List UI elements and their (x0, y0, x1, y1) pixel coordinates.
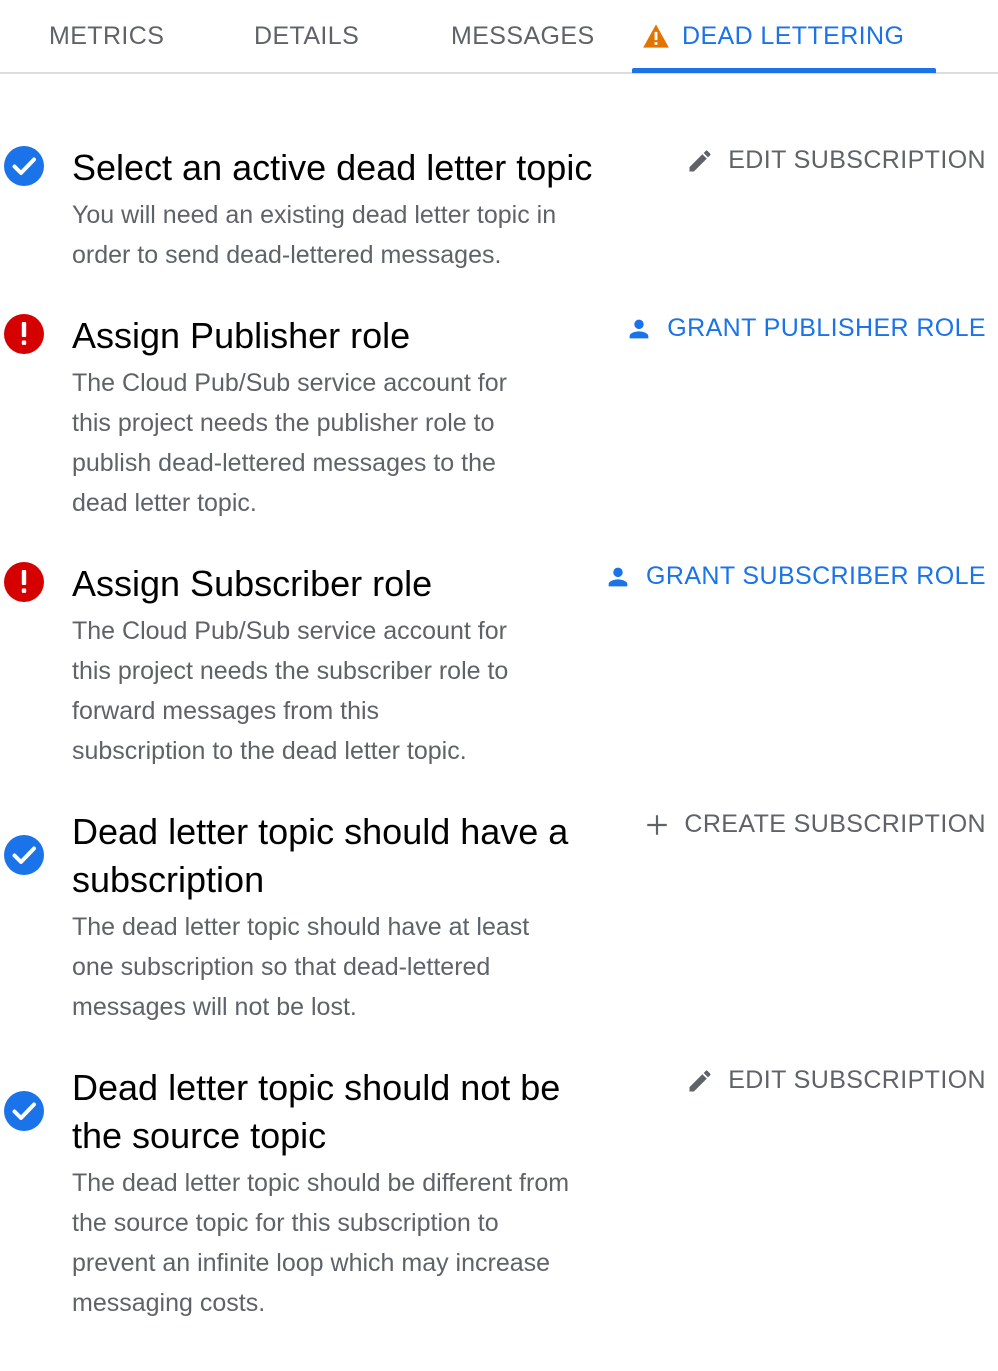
tab-label: MESSAGES (451, 21, 595, 50)
checklist-item-title: Dead letter topic should not be the sour… (72, 1067, 561, 1156)
checklist-item-title: Assign Subscriber role (72, 563, 433, 604)
error-icon (4, 314, 44, 354)
action-label: EDIT SUBSCRIPTION (728, 146, 986, 174)
person-icon (625, 315, 653, 343)
checklist-item-description: The Cloud Pub/Sub service account for th… (72, 617, 509, 765)
action-label: EDIT SUBSCRIPTION (728, 1066, 986, 1094)
tab-details[interactable]: DETAILS (254, 0, 359, 72)
tab-label: METRICS (49, 21, 165, 50)
check-circle-icon (4, 835, 44, 875)
action-label: GRANT PUBLISHER ROLE (667, 314, 986, 342)
person-icon (604, 563, 632, 591)
tab-bar: METRICS DETAILS MESSAGES DEAD LETTERING (0, 0, 998, 74)
tab-metrics[interactable]: METRICS (49, 0, 164, 72)
tab-label: DEAD LETTERING (682, 21, 905, 50)
checklist-item-description: The Cloud Pub/Sub service account for th… (72, 369, 507, 517)
checklist-item-description: You will need an existing dead letter to… (72, 201, 557, 269)
plus-icon (644, 812, 670, 838)
pencil-icon (686, 147, 714, 175)
checklist-item-title: Assign Publisher role (72, 315, 411, 356)
create-subscription-button[interactable]: CREATE SUBSCRIPTION (644, 810, 986, 839)
grant-publisher-role-button[interactable]: GRANT PUBLISHER ROLE (625, 314, 986, 343)
checklist-item-title: Select an active dead letter topic (72, 147, 593, 188)
checklist-item-description: The dead letter topic should be differen… (72, 1169, 570, 1317)
check-circle-icon (4, 1091, 44, 1131)
error-icon (4, 562, 44, 602)
tab-label: DETAILS (254, 21, 360, 50)
action-label: GRANT SUBSCRIBER ROLE (646, 562, 986, 590)
pencil-icon (686, 1067, 714, 1095)
edit-subscription-button[interactable]: EDIT SUBSCRIPTION (686, 1066, 986, 1095)
warning-icon (642, 23, 670, 49)
tab-messages[interactable]: MESSAGES (451, 0, 595, 72)
tab-dead-lettering[interactable]: DEAD LETTERING (642, 0, 904, 72)
checklist-item-title: Dead letter topic should have a subscrip… (72, 811, 569, 900)
active-tab-indicator (632, 68, 936, 73)
grant-subscriber-role-button[interactable]: GRANT SUBSCRIBER ROLE (604, 562, 986, 591)
checklist-item-description: The dead letter topic should have at lea… (72, 913, 530, 1021)
check-circle-icon (4, 146, 44, 186)
action-label: CREATE SUBSCRIPTION (684, 810, 986, 838)
edit-subscription-button[interactable]: EDIT SUBSCRIPTION (686, 146, 986, 175)
